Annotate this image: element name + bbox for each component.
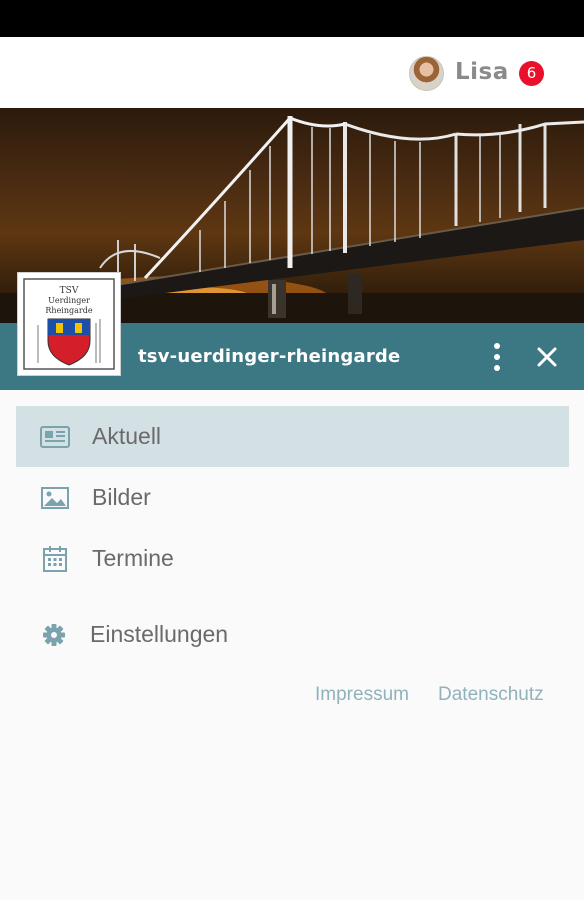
nav-menu: Aktuell Bilder Termine Einstellungen bbox=[16, 406, 569, 665]
newspaper-icon bbox=[40, 424, 70, 450]
menu-item-termine[interactable]: Termine bbox=[16, 528, 569, 589]
menu-item-aktuell[interactable]: Aktuell bbox=[16, 406, 569, 467]
menu-item-label: Termine bbox=[92, 545, 174, 571]
menu-item-bilder[interactable]: Bilder bbox=[16, 467, 569, 528]
close-icon[interactable] bbox=[534, 344, 560, 370]
gear-icon bbox=[41, 622, 71, 648]
club-name: tsv-uerdinger-rheingarde bbox=[138, 346, 401, 367]
menu-item-label: Bilder bbox=[92, 484, 151, 510]
footer-links: Impressum Datenschutz bbox=[0, 684, 584, 710]
datenschutz-link[interactable]: Datenschutz bbox=[438, 684, 544, 706]
svg-text:TSV: TSV bbox=[60, 286, 79, 296]
club-logo[interactable]: TSV Uerdinger Rheingarde bbox=[17, 272, 121, 376]
svg-text:Rheingarde: Rheingarde bbox=[45, 306, 92, 315]
user-avatar[interactable] bbox=[409, 56, 444, 91]
menu-item-label: Einstellungen bbox=[90, 621, 229, 647]
menu-item-einstellungen[interactable]: Einstellungen bbox=[16, 604, 569, 665]
status-bar bbox=[0, 0, 584, 37]
image-icon bbox=[40, 485, 70, 511]
impressum-link[interactable]: Impressum bbox=[315, 684, 409, 706]
top-bar: Lisa 6 bbox=[0, 37, 584, 108]
more-options-icon[interactable] bbox=[485, 340, 509, 374]
menu-item-label: Aktuell bbox=[92, 423, 162, 449]
svg-text:Uerdinger: Uerdinger bbox=[48, 296, 90, 305]
calendar-icon bbox=[40, 546, 70, 572]
notification-badge[interactable]: 6 bbox=[519, 61, 544, 86]
user-name[interactable]: Lisa bbox=[455, 59, 509, 85]
